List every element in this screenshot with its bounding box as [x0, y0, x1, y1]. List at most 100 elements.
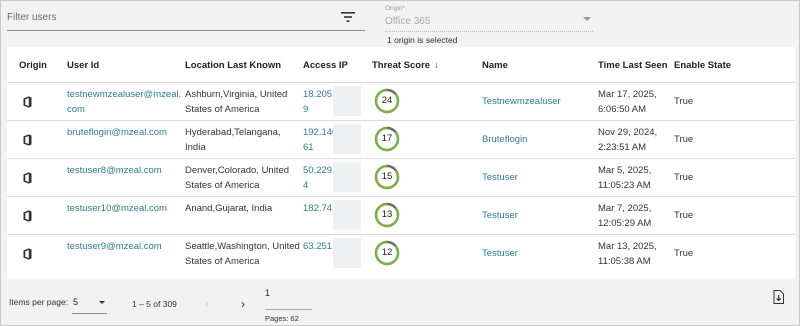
arrow-down-icon: ↓ [434, 60, 439, 71]
location-line-1: Hyderabad,Telangana, [185, 127, 281, 138]
location-line-1: Denver,Colorado, United [185, 165, 290, 176]
location-line-2: States of America [185, 256, 260, 267]
location-cell: Hyderabad,Telangana, India [185, 125, 281, 155]
name-link[interactable]: Testuser [482, 246, 518, 261]
total-pages: Pages: 62 [265, 314, 299, 323]
location-line-2: States of America [185, 180, 260, 191]
time-line-2: 2:23:51 AM [598, 142, 647, 153]
redacted-ip-mask [333, 86, 361, 116]
time-line-1: Mar 7, 2025, [598, 203, 652, 214]
time-line-1: Mar 17, 2025, [598, 89, 657, 100]
next-page-button[interactable]: › [241, 298, 245, 310]
threat-score-badge: 13 [374, 202, 400, 228]
time-last-seen-cell: Mar 5, 2025, 11:05:23 AM [598, 163, 651, 193]
page-number-input[interactable]: 1 [265, 288, 270, 298]
enable-state-cell: True [674, 248, 694, 259]
col-header-time-last-seen[interactable]: Time Last Seen [598, 60, 668, 71]
time-last-seen-cell: Mar 7, 2025, 12:05:29 AM [598, 201, 651, 231]
office-365-icon [23, 248, 32, 260]
office-365-icon [23, 172, 32, 184]
items-per-page-label: Items per page: [9, 297, 69, 307]
user-id-line-1: testuser9@mzeal.com [67, 241, 162, 252]
user-id-line-2: com [67, 104, 85, 115]
items-per-page-value: 5 [73, 297, 79, 307]
location-line-2: India [185, 142, 206, 153]
time-line-1: Nov 29, 2024, [598, 127, 658, 138]
previous-page-button[interactable]: ‹ [205, 298, 209, 310]
user-id-link[interactable]: bruteflogin@mzeal.com [67, 125, 167, 140]
name-link[interactable]: Testnewmzealuser [482, 94, 561, 109]
ip-line-1: 50.229. [303, 165, 335, 176]
ip-line-2: 4 [303, 180, 309, 191]
filter-icon[interactable] [341, 11, 355, 23]
access-ip-link[interactable]: 18.205. 9 [303, 87, 335, 117]
location-cell: Denver,Colorado, United States of America [185, 163, 289, 193]
name-link[interactable]: Testuser [482, 208, 518, 223]
time-line-2: 11:05:23 AM [598, 180, 651, 191]
access-ip-link[interactable]: 50.229. 4 [303, 163, 335, 193]
enable-state-cell: True [674, 210, 694, 221]
access-ip-link[interactable]: 182.74. [303, 201, 335, 216]
threat-score-value: 17 [381, 133, 393, 144]
user-id-link[interactable]: testnewmzealuser@mzeal. com [67, 87, 181, 117]
origin-value: Office 365 [385, 16, 431, 27]
table-row[interactable]: testuser8@mzeal.com Denver,Colorado, Unit… [7, 158, 795, 196]
enable-state-cell: True [674, 96, 694, 107]
user-id-line-1: testnewmzealuser@mzeal. [67, 89, 182, 100]
threat-score-value: 13 [381, 209, 393, 220]
threat-score-header-label: Threat Score [372, 60, 431, 71]
office-365-icon [23, 134, 32, 146]
threat-score-value: 15 [381, 171, 393, 182]
time-line-2: 11:05:38 AM [598, 256, 651, 267]
user-id-link[interactable]: testuser10@mzeal.com [67, 201, 167, 216]
origin-label: Origin* [385, 5, 405, 12]
chevron-down-icon [99, 301, 105, 304]
user-id-line-1: testuser10@mzeal.com [67, 203, 167, 214]
col-header-access-ip[interactable]: Access IP [303, 60, 348, 71]
table-row[interactable]: testuser9@mzeal.com Seattle,Washington, U… [7, 234, 795, 272]
col-header-user-id[interactable]: User Id [67, 60, 99, 71]
location-line-1: Ashburn,Virginia, United [185, 89, 288, 100]
location-cell: Seattle,Washington, United States of Amer… [185, 239, 300, 269]
user-id-line-1: testuser8@mzeal.com [67, 165, 162, 176]
time-line-2: 12:05:29 AM [598, 218, 652, 229]
threat-score-value: 24 [381, 95, 393, 106]
name-link[interactable]: Bruteflogin [482, 132, 527, 147]
threat-score-value: 12 [381, 247, 393, 258]
col-header-name[interactable]: Name [482, 60, 508, 71]
time-last-seen-cell: Nov 29, 2024, 2:23:51 AM [598, 125, 657, 155]
col-header-origin[interactable]: Origin [19, 60, 47, 71]
location-cell: Ashburn,Virginia, United States of Americ… [185, 87, 287, 117]
threat-score-badge: 15 [374, 164, 400, 190]
ip-line-1: 63.251. [303, 241, 335, 252]
user-id-line-1: bruteflogin@mzeal.com [67, 127, 167, 138]
col-header-enable-state[interactable]: Enable State [674, 60, 731, 71]
threat-score-badge: 12 [374, 240, 400, 266]
user-list-panel: Origin* Office 365 1 origin is selected … [0, 0, 800, 326]
threat-score-badge: 24 [374, 88, 400, 114]
redacted-ip-mask [333, 124, 361, 154]
col-header-threat-score[interactable]: Threat Score ↓ [372, 60, 439, 71]
table-row[interactable]: testuser10@mzeal.com Anand,Gujarat, India… [7, 196, 795, 234]
location-line-2: States of America [185, 104, 260, 115]
user-id-link[interactable]: testuser8@mzeal.com [67, 163, 162, 178]
name-link[interactable]: Testuser [482, 170, 518, 185]
export-download-icon[interactable] [773, 290, 784, 304]
users-table: Origin User Id Location Last Known Acces… [7, 47, 795, 279]
ip-line-1: 18.205. [303, 89, 335, 100]
time-last-seen-cell: Mar 17, 2025, 6:06:50 AM [598, 87, 657, 117]
office-365-icon [23, 96, 32, 108]
origin-select[interactable]: Origin* Office 365 [385, 5, 593, 32]
time-line-2: 6:06:50 AM [598, 104, 647, 115]
access-ip-link[interactable]: 63.251. [303, 239, 335, 254]
items-per-page-select[interactable]: 5 [72, 292, 107, 314]
time-line-1: Mar 13, 2025, [598, 241, 657, 252]
filter-users-input[interactable] [7, 9, 327, 25]
filter-field[interactable] [7, 5, 365, 31]
table-row[interactable]: bruteflogin@mzeal.com Hyderabad,Telangana… [7, 120, 795, 158]
redacted-ip-mask [333, 200, 361, 230]
enable-state-cell: True [674, 134, 694, 145]
col-header-location[interactable]: Location Last Known [185, 60, 281, 71]
table-row[interactable]: testnewmzealuser@mzeal. com Ashburn,Virgin… [7, 82, 795, 120]
user-id-link[interactable]: testuser9@mzeal.com [67, 239, 162, 254]
